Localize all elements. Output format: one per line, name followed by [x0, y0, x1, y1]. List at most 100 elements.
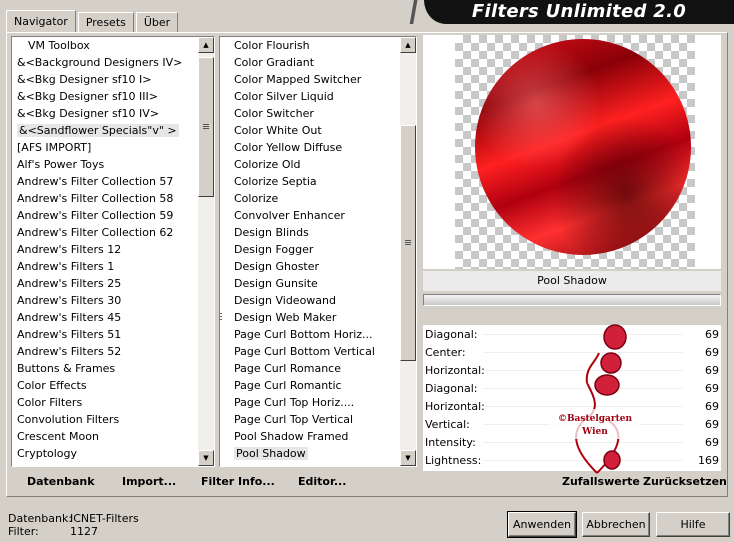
import-button[interactable]: Import... [122, 475, 176, 488]
filter-list-items: Color Flourish Color Gradiant Color Mapped… [220, 37, 400, 466]
status-db-value: ICNET-Filters [70, 512, 139, 525]
category-item[interactable]: VM Toolbox [12, 37, 198, 54]
parameter-value: 69 [705, 436, 719, 449]
parameter-label: Diagonal: [425, 328, 478, 341]
category-item[interactable]: &<Bkg Designer sf10 I> [12, 71, 198, 88]
status-filter-value: 1127 [70, 525, 98, 538]
filter-item[interactable]: Color Gradiant [220, 54, 400, 71]
filter-item[interactable]: Pool Shadow Framed [220, 428, 400, 445]
parameter-value: 69 [705, 400, 719, 413]
category-list-items: VM Toolbox &<Background Designers IV> &<Bk… [12, 37, 198, 466]
filter-item[interactable]: Page Curl Bottom Vertical [220, 343, 400, 360]
category-item[interactable]: Andrew's Filters 12 [12, 241, 198, 258]
category-item[interactable]: &<Sandflower Specials"v" > [12, 122, 198, 139]
category-item[interactable]: Distortion Filters [12, 462, 198, 466]
navigator-panel: VM Toolbox &<Background Designers IV> &<Bk… [6, 32, 728, 497]
parameter-label: Horizontal: [425, 364, 485, 377]
category-item[interactable]: Color Effects [12, 377, 198, 394]
tab-ueber[interactable]: Über [135, 12, 179, 32]
filter-item[interactable]: Color Flourish [220, 37, 400, 54]
preview-area [423, 35, 721, 269]
category-item[interactable]: &<Background Designers IV> [12, 54, 198, 71]
help-button[interactable]: Hilfe [656, 512, 730, 537]
filter-item[interactable]: Design Gunsite [220, 275, 400, 292]
filter-item[interactable]: Page Curl Top Vertical [220, 411, 400, 428]
app-title-banner: Filters Unlimited 2.0 [396, 0, 734, 24]
category-item[interactable]: Andrew's Filter Collection 58 [12, 190, 198, 207]
filter-item[interactable]: Color Yellow Diffuse [220, 139, 400, 156]
filter-item[interactable]: Page Curl Romance [220, 360, 400, 377]
reset-button[interactable]: Zurücksetzen [643, 475, 727, 488]
parameter-label: Horizontal: [425, 400, 485, 413]
category-item[interactable]: Andrew's Filters 45 [12, 309, 198, 326]
scroll-down-icon[interactable]: ▼ [198, 450, 214, 466]
category-item[interactable]: &<Bkg Designer sf10 IV> [12, 105, 198, 122]
parameter-label: Lightness: [425, 454, 482, 467]
category-item[interactable]: Convolution Filters [12, 411, 198, 428]
scroll-down-icon[interactable]: ▼ [400, 450, 416, 466]
filter-item[interactable]: Color Mapped Switcher [220, 71, 400, 88]
category-item[interactable]: Andrew's Filter Collection 62 [12, 224, 198, 241]
filter-item[interactable]: Page Curl Top Horiz.... [220, 394, 400, 411]
filter-scrollbar[interactable]: ▲ ▼ [400, 37, 416, 466]
action-bar: Datenbank Import... Filter Info... Edito… [9, 471, 727, 493]
category-item[interactable]: Andrew's Filters 25 [12, 275, 198, 292]
randomize-button[interactable]: Zufallswerte [562, 475, 640, 488]
scroll-up-icon[interactable]: ▲ [198, 37, 214, 53]
filter-item[interactable]: Design Ghoster [220, 258, 400, 275]
filter-item[interactable]: Pool Shadow 2 [220, 462, 400, 466]
category-item[interactable]: Cryptology [12, 445, 198, 462]
status-area: Datenbank:ICNET-Filters Filter: 1127 [8, 512, 139, 538]
category-item[interactable]: Crescent Moon [12, 428, 198, 445]
category-item[interactable]: Buttons & Frames [12, 360, 198, 377]
status-db-label: Datenbank: [8, 512, 73, 525]
scroll-up-icon[interactable]: ▲ [400, 37, 416, 53]
filter-item[interactable]: Colorize [220, 190, 400, 207]
category-item[interactable]: Andrew's Filters 52 [12, 343, 198, 360]
cancel-button[interactable]: Abbrechen [582, 512, 650, 537]
watermark-line2: Wien [581, 427, 608, 437]
category-item[interactable]: Alf's Power Toys [12, 156, 198, 173]
status-filter-label: Filter: [8, 525, 39, 538]
filter-info-button[interactable]: Filter Info... [201, 475, 275, 488]
category-item[interactable]: Andrew's Filter Collection 57 [12, 173, 198, 190]
filter-item[interactable]: Pool Shadow [220, 445, 400, 462]
category-item[interactable]: Andrew's Filters 51 [12, 326, 198, 343]
category-item[interactable]: [AFS IMPORT] [12, 139, 198, 156]
filter-item[interactable]: Design Web Maker [220, 309, 400, 326]
category-item[interactable]: Andrew's Filters 1 [12, 258, 198, 275]
datenbank-button[interactable]: Datenbank [27, 475, 95, 488]
apply-button[interactable]: Anwenden [507, 511, 577, 538]
editor-button[interactable]: Editor... [298, 475, 346, 488]
category-item[interactable]: Color Filters [12, 394, 198, 411]
filter-item[interactable]: Color Switcher [220, 105, 400, 122]
filter-item[interactable]: Page Curl Romantic [220, 377, 400, 394]
filter-item[interactable]: Design Blinds [220, 224, 400, 241]
parameter-value: 69 [705, 418, 719, 431]
category-scroll-thumb[interactable] [198, 57, 214, 197]
parameter-value: 169 [698, 454, 719, 467]
filter-item[interactable]: Colorize Septia [220, 173, 400, 190]
parameter-label: Intensity: [425, 436, 476, 449]
parameter-value: 69 [705, 346, 719, 359]
progress-bar [423, 294, 721, 306]
filter-item[interactable]: Page Curl Bottom Horiz... [220, 326, 400, 343]
watermark-logo: ©Bastelgarten Wien [549, 324, 641, 474]
category-item[interactable]: &<Bkg Designer sf10 III> [12, 88, 198, 105]
current-filter-name: Pool Shadow [423, 271, 721, 291]
category-scrollbar[interactable]: ▲ ▼ [198, 37, 214, 466]
category-item[interactable]: Andrew's Filter Collection 59 [12, 207, 198, 224]
category-list[interactable]: VM Toolbox &<Background Designers IV> &<Bk… [11, 36, 215, 467]
filter-item[interactable]: Convolver Enhancer [220, 207, 400, 224]
preview-image [475, 39, 691, 255]
tab-presets[interactable]: Presets [77, 12, 134, 32]
tab-navigator[interactable]: Navigator [6, 10, 76, 33]
category-item[interactable]: Andrew's Filters 30 [12, 292, 198, 309]
filter-item[interactable]: Colorize Old [220, 156, 400, 173]
filter-item[interactable]: Color White Out [220, 122, 400, 139]
filter-item[interactable]: Design Fogger [220, 241, 400, 258]
filter-item[interactable]: Color Silver Liquid [220, 88, 400, 105]
filter-scroll-thumb[interactable] [400, 125, 416, 361]
filter-item[interactable]: Design Videowand [220, 292, 400, 309]
filter-list[interactable]: Color Flourish Color Gradiant Color Mapped… [219, 36, 417, 467]
